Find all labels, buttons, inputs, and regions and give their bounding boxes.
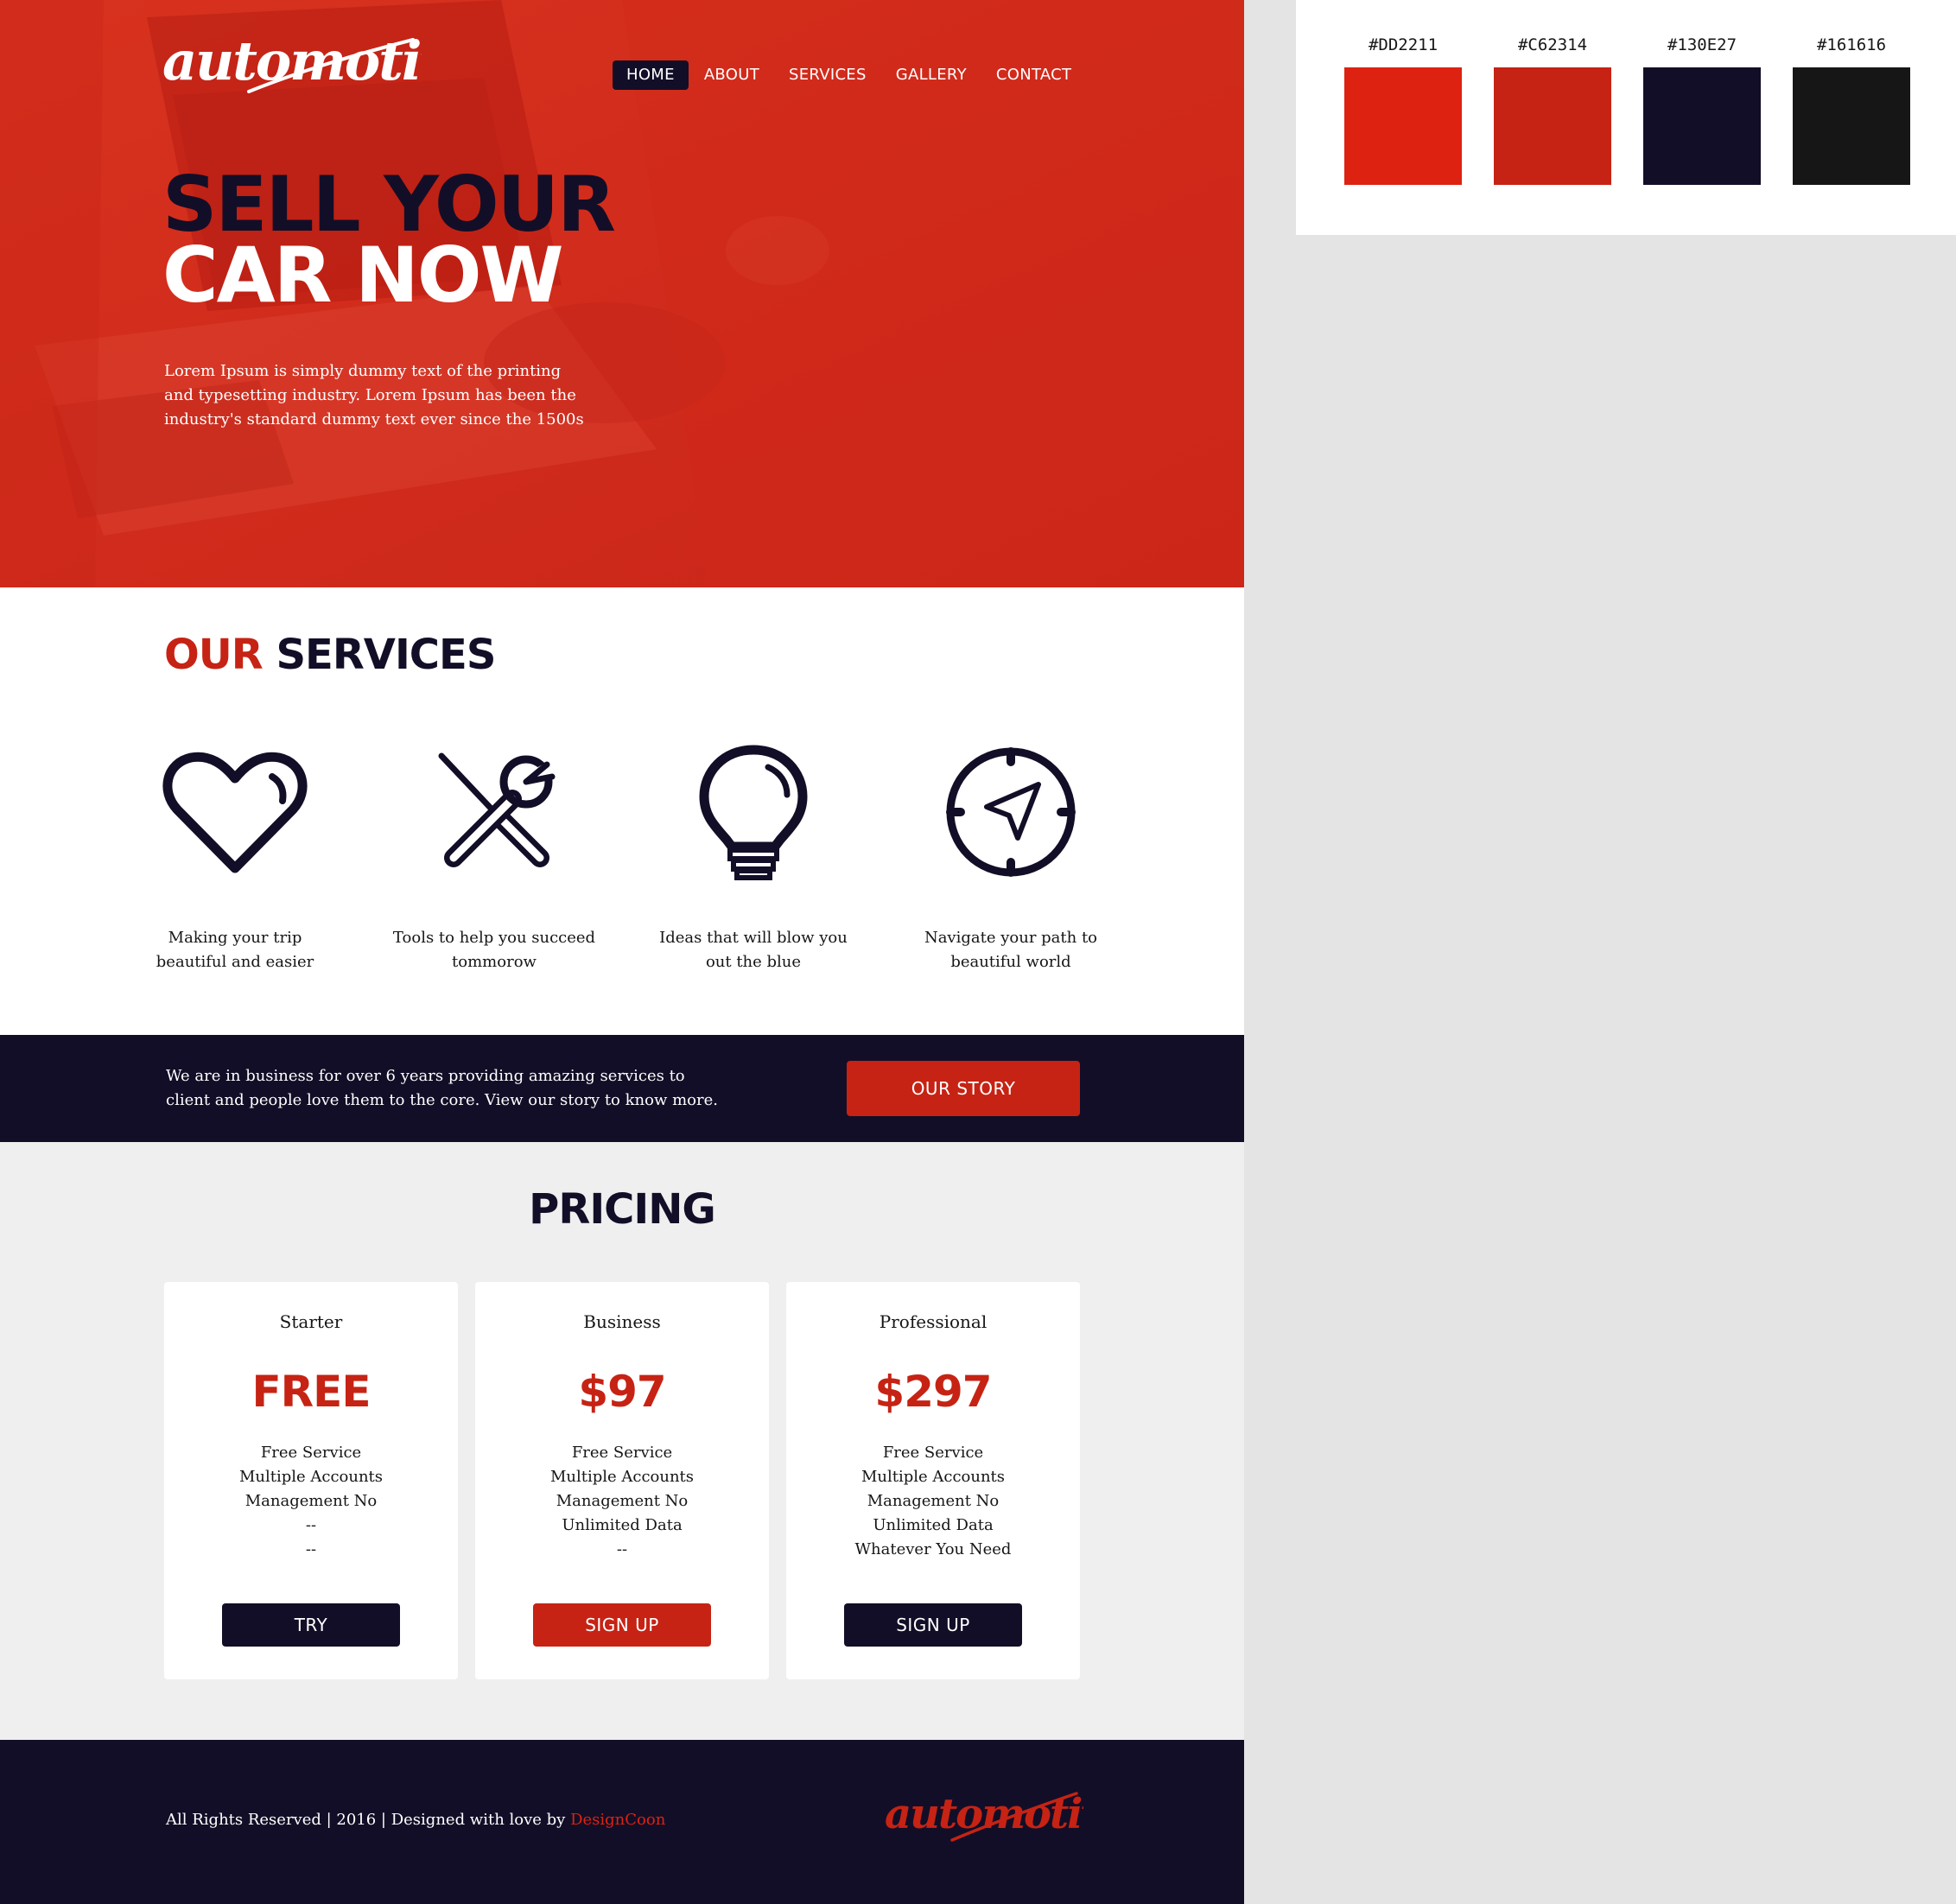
nav-item-gallery[interactable]: GALLERY bbox=[882, 60, 981, 90]
plan-feature: Multiple Accounts bbox=[861, 1468, 1006, 1486]
plan-feature: Management No bbox=[556, 1492, 689, 1510]
plan-features: Free Service Multiple Accounts Managemen… bbox=[164, 1441, 458, 1562]
tools-icon bbox=[391, 743, 598, 881]
pricing-card-starter: Starter FREE Free Service Multiple Accou… bbox=[164, 1282, 458, 1679]
hero-title-line2: CAR NOW bbox=[162, 231, 564, 320]
services-heading: OUR SERVICES bbox=[164, 631, 496, 679]
designer-credit-link[interactable]: DesignCoon bbox=[570, 1811, 665, 1829]
plan-price: $297 bbox=[874, 1367, 992, 1417]
service-text: Making your trip beautiful and easier bbox=[156, 929, 314, 971]
nav-item-about[interactable]: ABOUT bbox=[690, 60, 773, 90]
plan-features: Free Service Multiple Accounts Managemen… bbox=[786, 1441, 1080, 1562]
pricing-card-professional: Professional $297 Free Service Multiple … bbox=[786, 1282, 1080, 1679]
plan-feature: -- bbox=[305, 1516, 317, 1534]
palette-swatch: #C62314 bbox=[1494, 35, 1611, 185]
our-story-button[interactable]: OUR STORY bbox=[847, 1061, 1080, 1116]
plan-name: Professional bbox=[879, 1311, 988, 1332]
palette-swatch: #130E27 bbox=[1643, 35, 1761, 185]
hero-section: automotive HOME ABOUT SERVICES GALLERY C… bbox=[0, 0, 1244, 587]
palette-swatch: #DD2211 bbox=[1344, 35, 1462, 185]
swatch-hex-label: #161616 bbox=[1816, 35, 1887, 54]
service-text: Ideas that will blow you out the blue bbox=[659, 929, 848, 971]
plan-feature: Unlimited Data bbox=[562, 1516, 683, 1534]
plan-name: Business bbox=[583, 1311, 661, 1332]
plan-feature: Management No bbox=[867, 1492, 1000, 1510]
swatch-hex-label: #130E27 bbox=[1667, 35, 1737, 54]
service-item: Navigate your path to beautiful world bbox=[907, 743, 1115, 974]
pricing-section: PRICING Starter FREE Free Service Multip… bbox=[0, 1142, 1244, 1740]
compass-icon bbox=[907, 743, 1115, 881]
plan-feature: Multiple Accounts bbox=[238, 1468, 384, 1486]
plan-feature: Free Service bbox=[571, 1444, 673, 1462]
swatch-hex-label: #C62314 bbox=[1517, 35, 1588, 54]
swatch-color-box bbox=[1494, 67, 1611, 185]
plan-features: Free Service Multiple Accounts Managemen… bbox=[475, 1441, 769, 1562]
footer-copyright: All Rights Reserved | 2016 | Designed wi… bbox=[166, 1811, 665, 1829]
service-item: Tools to help you succeed tommorow bbox=[391, 743, 598, 974]
plan-feature: Management No bbox=[244, 1492, 378, 1510]
story-banner: We are in business for over 6 years prov… bbox=[0, 1035, 1244, 1142]
plan-feature: Unlimited Data bbox=[873, 1516, 994, 1534]
pricing-card-business: Business $97 Free Service Multiple Accou… bbox=[475, 1282, 769, 1679]
plan-name: Starter bbox=[279, 1311, 343, 1332]
plan-feature: Multiple Accounts bbox=[549, 1468, 695, 1486]
swatch-color-box bbox=[1793, 67, 1910, 185]
service-text: Tools to help you succeed tommorow bbox=[392, 929, 596, 971]
brand-logo[interactable]: automotive bbox=[162, 29, 422, 116]
swatch-color-box bbox=[1643, 67, 1761, 185]
hero-description: Lorem Ipsum is simply dummy text of the … bbox=[164, 362, 584, 428]
palette-swatch: #161616 bbox=[1793, 35, 1910, 185]
swatch-color-box bbox=[1344, 67, 1462, 185]
footer-brand-logo[interactable]: automotive bbox=[885, 1785, 1083, 1863]
banner-text: We are in business for over 6 years prov… bbox=[166, 1067, 718, 1109]
plan-price: $97 bbox=[578, 1367, 666, 1417]
plan-feature: Free Service bbox=[882, 1444, 984, 1462]
nav-item-home[interactable]: HOME bbox=[613, 60, 689, 90]
svg-text:automotive: automotive bbox=[162, 29, 422, 92]
pricing-title: PRICING bbox=[529, 1185, 716, 1234]
hero-title: SELL YOUR CAR NOW bbox=[162, 160, 616, 320]
footer-rights-text: All Rights Reserved | 2016 | Designed wi… bbox=[166, 1811, 571, 1829]
footer: All Rights Reserved | 2016 | Designed wi… bbox=[0, 1740, 1244, 1904]
services-heading-rest: SERVICES bbox=[276, 631, 496, 679]
plan-feature: -- bbox=[305, 1540, 317, 1558]
service-text: Navigate your path to beautiful world bbox=[924, 929, 1098, 971]
service-item: Ideas that will blow you out the blue bbox=[650, 743, 857, 974]
plan-price: FREE bbox=[251, 1367, 372, 1417]
color-palette: #DD2211 #C62314 #130E27 #161616 bbox=[1296, 0, 1956, 235]
try-button[interactable]: TRY bbox=[222, 1603, 400, 1647]
plan-feature: -- bbox=[616, 1540, 628, 1558]
svg-text:automotive: automotive bbox=[885, 1790, 1083, 1838]
plan-feature: Whatever You Need bbox=[854, 1540, 1012, 1558]
lightbulb-icon bbox=[650, 743, 857, 881]
sign-up-button[interactable]: SIGN UP bbox=[533, 1603, 711, 1647]
hero-title-line1: SELL YOUR bbox=[162, 160, 616, 249]
plan-feature: Free Service bbox=[260, 1444, 362, 1462]
nav-item-services[interactable]: SERVICES bbox=[775, 60, 880, 90]
services-heading-accent: OUR bbox=[164, 631, 264, 679]
swatch-hex-label: #DD2211 bbox=[1368, 35, 1438, 54]
main-nav: HOME ABOUT SERVICES GALLERY CONTACT bbox=[613, 60, 1087, 90]
heart-icon bbox=[131, 743, 339, 881]
sign-up-button[interactable]: SIGN UP bbox=[844, 1603, 1022, 1647]
nav-item-contact[interactable]: CONTACT bbox=[982, 60, 1085, 90]
website-mockup: automotive HOME ABOUT SERVICES GALLERY C… bbox=[0, 0, 1244, 1904]
service-item: Making your trip beautiful and easier bbox=[131, 743, 339, 974]
